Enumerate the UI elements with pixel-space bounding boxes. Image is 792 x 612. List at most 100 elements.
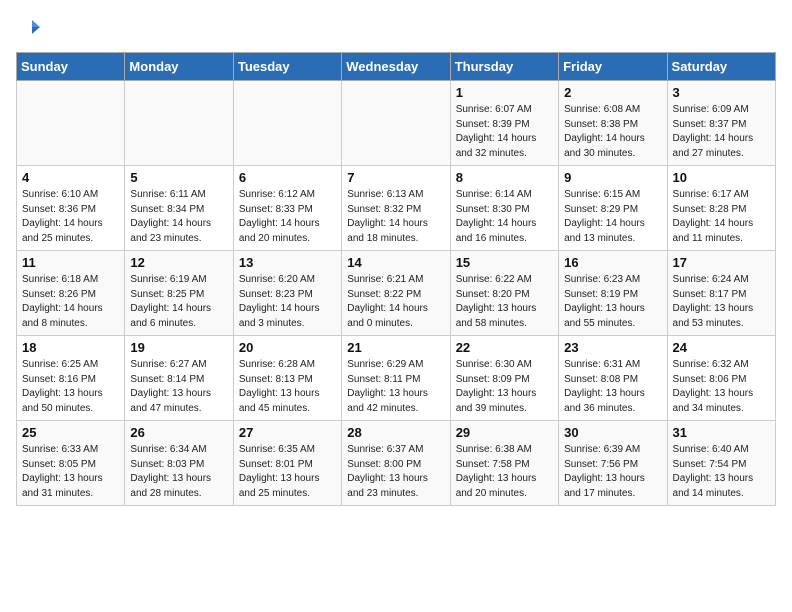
- col-header-thursday: Thursday: [450, 53, 558, 81]
- day-cell: 18Sunrise: 6:25 AM Sunset: 8:16 PM Dayli…: [17, 336, 125, 421]
- day-number: 15: [456, 255, 553, 270]
- day-info: Sunrise: 6:24 AM Sunset: 8:17 PM Dayligh…: [673, 273, 770, 331]
- day-cell: 20 Sunrise: 6:28 AM Sunset: 8:13 PM Dayli…: [233, 336, 341, 421]
- day-info: Sunrise: 6:29 AM Sunset: 8:11 PM Dayligh…: [347, 358, 444, 416]
- day-number: 22: [456, 340, 553, 355]
- day-number: 26: [130, 425, 227, 440]
- day-number: 8: [456, 170, 553, 185]
- day-info: Sunrise: 6:19 AM Sunset: 8:25 PM Dayligh…: [130, 273, 227, 331]
- day-number: 16: [564, 255, 661, 270]
- day-info: Sunrise: 6:07 AM Sunset: 8:39 PM Dayligh…: [456, 103, 553, 161]
- day-number: 29: [456, 425, 553, 440]
- day-info: Sunrise: 6:21 AM Sunset: 8:22 PM Dayligh…: [347, 273, 444, 331]
- day-number: 12: [130, 255, 227, 270]
- day-info: Sunrise: 6:28 AM Sunset: 8:13 PM Dayligh…: [239, 358, 336, 416]
- day-info: Sunrise: 6:37 AM Sunset: 8:00 PM Dayligh…: [347, 443, 444, 501]
- day-info: Sunrise: 6:13 AM Sunset: 8:32 PM Dayligh…: [347, 188, 444, 246]
- day-number: 9: [564, 170, 661, 185]
- day-info: Sunrise: 6:17 AM Sunset: 8:28 PM Dayligh…: [673, 188, 770, 246]
- col-header-wednesday: Wednesday: [342, 53, 450, 81]
- day-cell: 4 Sunrise: 6:10 AM Sunset: 8:36 PM Daylig…: [17, 166, 125, 251]
- day-cell: [233, 81, 341, 166]
- day-cell: 5Sunrise: 6:11 AM Sunset: 8:34 PM Daylig…: [125, 166, 233, 251]
- day-info: Sunrise: 6:12 AM Sunset: 8:33 PM Dayligh…: [239, 188, 336, 246]
- day-cell: 14 Sunrise: 6:21 AM Sunset: 8:22 PM Dayli…: [342, 251, 450, 336]
- day-number: 24: [673, 340, 770, 355]
- header: [16, 16, 776, 44]
- day-cell: 11 Sunrise: 6:18 AM Sunset: 8:26 PM Dayli…: [17, 251, 125, 336]
- day-info: Sunrise: 6:39 AM Sunset: 7:56 PM Dayligh…: [564, 443, 661, 501]
- day-number: 25: [22, 425, 119, 440]
- day-info: Sunrise: 6:22 AM Sunset: 8:20 PM Dayligh…: [456, 273, 553, 331]
- day-cell: 31Sunrise: 6:40 AM Sunset: 7:54 PM Dayli…: [667, 421, 775, 506]
- day-cell: 28 Sunrise: 6:37 AM Sunset: 8:00 PM Dayli…: [342, 421, 450, 506]
- day-cell: 24 Sunrise: 6:32 AM Sunset: 8:06 PM Dayli…: [667, 336, 775, 421]
- day-number: 10: [673, 170, 770, 185]
- day-number: 14: [347, 255, 444, 270]
- week-row-2: 4 Sunrise: 6:10 AM Sunset: 8:36 PM Daylig…: [17, 166, 776, 251]
- day-info: Sunrise: 6:15 AM Sunset: 8:29 PM Dayligh…: [564, 188, 661, 246]
- day-info: Sunrise: 6:27 AM Sunset: 8:14 PM Dayligh…: [130, 358, 227, 416]
- day-cell: 6 Sunrise: 6:12 AM Sunset: 8:33 PM Daylig…: [233, 166, 341, 251]
- day-number: 31: [673, 425, 770, 440]
- day-cell: 22 Sunrise: 6:30 AM Sunset: 8:09 PM Dayli…: [450, 336, 558, 421]
- day-cell: 27 Sunrise: 6:35 AM Sunset: 8:01 PM Dayli…: [233, 421, 341, 506]
- day-cell: 3 Sunrise: 6:09 AM Sunset: 8:37 PM Daylig…: [667, 81, 775, 166]
- day-number: 30: [564, 425, 661, 440]
- col-header-saturday: Saturday: [667, 53, 775, 81]
- day-info: Sunrise: 6:30 AM Sunset: 8:09 PM Dayligh…: [456, 358, 553, 416]
- day-cell: 15 Sunrise: 6:22 AM Sunset: 8:20 PM Dayli…: [450, 251, 558, 336]
- day-cell: 16 Sunrise: 6:23 AM Sunset: 8:19 PM Dayli…: [559, 251, 667, 336]
- day-cell: 10 Sunrise: 6:17 AM Sunset: 8:28 PM Dayli…: [667, 166, 775, 251]
- day-cell: 26 Sunrise: 6:34 AM Sunset: 8:03 PM Dayli…: [125, 421, 233, 506]
- day-cell: 13 Sunrise: 6:20 AM Sunset: 8:23 PM Dayli…: [233, 251, 341, 336]
- day-cell: 12 Sunrise: 6:19 AM Sunset: 8:25 PM Dayli…: [125, 251, 233, 336]
- day-number: 6: [239, 170, 336, 185]
- day-number: 3: [673, 85, 770, 100]
- day-cell: 23Sunrise: 6:31 AM Sunset: 8:08 PM Dayli…: [559, 336, 667, 421]
- day-number: 21: [347, 340, 444, 355]
- day-number: 1: [456, 85, 553, 100]
- day-number: 20: [239, 340, 336, 355]
- day-number: 28: [347, 425, 444, 440]
- day-cell: 30 Sunrise: 6:39 AM Sunset: 7:56 PM Dayli…: [559, 421, 667, 506]
- day-info: Sunrise: 6:34 AM Sunset: 8:03 PM Dayligh…: [130, 443, 227, 501]
- day-number: 23: [564, 340, 661, 355]
- day-info: Sunrise: 6:38 AM Sunset: 7:58 PM Dayligh…: [456, 443, 553, 501]
- day-info: Sunrise: 6:33 AM Sunset: 8:05 PM Dayligh…: [22, 443, 119, 501]
- col-header-tuesday: Tuesday: [233, 53, 341, 81]
- day-number: 11: [22, 255, 119, 270]
- day-info: Sunrise: 6:32 AM Sunset: 8:06 PM Dayligh…: [673, 358, 770, 416]
- day-cell: 21 Sunrise: 6:29 AM Sunset: 8:11 PM Dayli…: [342, 336, 450, 421]
- day-info: Sunrise: 6:14 AM Sunset: 8:30 PM Dayligh…: [456, 188, 553, 246]
- day-info: Sunrise: 6:10 AM Sunset: 8:36 PM Dayligh…: [22, 188, 119, 246]
- day-number: 13: [239, 255, 336, 270]
- day-info: Sunrise: 6:11 AM Sunset: 8:34 PM Dayligh…: [130, 188, 227, 246]
- day-number: 19: [130, 340, 227, 355]
- day-number: 4: [22, 170, 119, 185]
- day-info: Sunrise: 6:09 AM Sunset: 8:37 PM Dayligh…: [673, 103, 770, 161]
- day-cell: 7 Sunrise: 6:13 AM Sunset: 8:32 PM Daylig…: [342, 166, 450, 251]
- day-info: Sunrise: 6:18 AM Sunset: 8:26 PM Dayligh…: [22, 273, 119, 331]
- day-number: 7: [347, 170, 444, 185]
- day-cell: 17 Sunrise: 6:24 AM Sunset: 8:17 PM Dayli…: [667, 251, 775, 336]
- day-cell: [17, 81, 125, 166]
- day-cell: 1 Sunrise: 6:07 AM Sunset: 8:39 PM Daylig…: [450, 81, 558, 166]
- day-cell: 8 Sunrise: 6:14 AM Sunset: 8:30 PM Daylig…: [450, 166, 558, 251]
- day-number: 2: [564, 85, 661, 100]
- day-info: Sunrise: 6:08 AM Sunset: 8:38 PM Dayligh…: [564, 103, 661, 161]
- week-row-4: 18Sunrise: 6:25 AM Sunset: 8:16 PM Dayli…: [17, 336, 776, 421]
- day-info: Sunrise: 6:25 AM Sunset: 8:16 PM Dayligh…: [22, 358, 119, 416]
- col-header-sunday: Sunday: [17, 53, 125, 81]
- week-row-1: 1 Sunrise: 6:07 AM Sunset: 8:39 PM Daylig…: [17, 81, 776, 166]
- logo: [16, 16, 40, 44]
- day-cell: [125, 81, 233, 166]
- week-row-5: 25 Sunrise: 6:33 AM Sunset: 8:05 PM Dayli…: [17, 421, 776, 506]
- day-info: Sunrise: 6:23 AM Sunset: 8:19 PM Dayligh…: [564, 273, 661, 331]
- day-info: Sunrise: 6:20 AM Sunset: 8:23 PM Dayligh…: [239, 273, 336, 331]
- day-number: 17: [673, 255, 770, 270]
- day-number: 27: [239, 425, 336, 440]
- day-cell: 9 Sunrise: 6:15 AM Sunset: 8:29 PM Daylig…: [559, 166, 667, 251]
- day-cell: [342, 81, 450, 166]
- day-info: Sunrise: 6:35 AM Sunset: 8:01 PM Dayligh…: [239, 443, 336, 501]
